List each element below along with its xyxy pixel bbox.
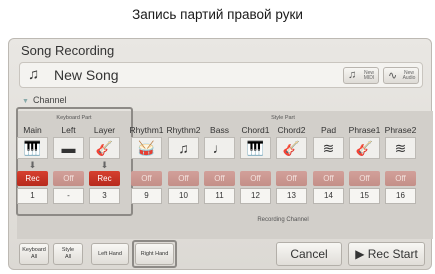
arrow-down-icon xyxy=(51,159,86,171)
left-hand-button[interactable]: Left Hand xyxy=(91,243,129,265)
part-column-6: Chord1 🎹 Off 12 xyxy=(238,124,273,204)
rec-toggle-button[interactable]: Rec xyxy=(89,171,120,186)
guitar-icon[interactable]: 🎸 xyxy=(89,137,120,159)
song-name-bar[interactable]: ♫ New Song ♫ New MIDI ∿ New Audio xyxy=(19,62,423,88)
channel-label: Channel xyxy=(32,95,67,105)
part-column-5: Bass ♩ Off 11 xyxy=(202,124,237,204)
rec-toggle-button[interactable]: Off xyxy=(204,171,235,186)
channel-number[interactable]: 13 xyxy=(276,188,307,204)
part-name: Layer xyxy=(93,125,116,135)
channel-number[interactable]: 16 xyxy=(385,188,416,204)
new-midi-label-2: MIDI xyxy=(363,75,375,81)
part-name: Left xyxy=(61,125,76,135)
waveform-icon: ∿ xyxy=(388,70,398,82)
arrow-down-icon: ⬇ xyxy=(28,160,37,170)
style-all-label-2: All xyxy=(64,254,72,260)
part-column-8: Pad ≋ Off 14 xyxy=(311,124,346,204)
part-name: Chord2 xyxy=(277,125,306,135)
part-column-9: Phrase1 🎸 Off 15 xyxy=(347,124,382,204)
keyboard-all-label-1: Keyboard xyxy=(22,247,46,253)
piano-icon[interactable]: 🎹 xyxy=(240,137,271,159)
channel-number[interactable]: - xyxy=(53,188,84,204)
part-column-10: Phrase2 ≋ Off 16 xyxy=(383,124,418,204)
arrow-down-icon xyxy=(238,159,273,171)
arrow-down-icon xyxy=(274,159,309,171)
rec-toggle-button[interactable]: Rec xyxy=(17,171,48,186)
style-all-button[interactable]: Style All xyxy=(53,243,83,265)
part-name: Phrase1 xyxy=(348,125,381,135)
guitar-icon[interactable]: 🎸 xyxy=(349,137,380,159)
channel-number[interactable]: 1 xyxy=(17,188,48,204)
part-name: Bass xyxy=(210,125,229,135)
part-column-2: Layer 🎸 ⬇ Rec 3 xyxy=(87,124,122,204)
guitar-icon[interactable]: 🎸 xyxy=(276,137,307,159)
channel-number[interactable]: 12 xyxy=(240,188,271,204)
arrow-down-icon: ⬇ xyxy=(100,160,109,170)
part-name: Phrase2 xyxy=(384,125,417,135)
keyboard-icon[interactable]: ▬ xyxy=(53,137,84,159)
part-column-0: Main 🎹 ⬇ Rec 1 xyxy=(15,124,50,204)
arrow-down-icon xyxy=(383,159,418,171)
part-name: Rhythm2 xyxy=(166,125,201,135)
arrow-down-icon xyxy=(347,159,382,171)
part-column-3: Rhythm1 🥁 Off 9 xyxy=(129,124,164,204)
song-recording-panel: Song Recording ♫ New Song ♫ New MIDI ∿ Ne… xyxy=(8,38,433,270)
rec-toggle-button[interactable]: Off xyxy=(168,171,199,186)
channel-number[interactable]: 11 xyxy=(204,188,235,204)
song-name: New Song xyxy=(54,67,119,83)
rec-toggle-button[interactable]: Off xyxy=(276,171,307,186)
rec-toggle-button[interactable]: Off xyxy=(349,171,380,186)
recording-channel-label: Recording Channel xyxy=(257,217,309,223)
arrow-down-icon xyxy=(311,159,346,171)
channel-toggle[interactable]: ▼ Channel xyxy=(22,95,66,105)
keyboard-all-label-2: All xyxy=(30,254,38,260)
arrow-down-icon xyxy=(202,159,237,171)
rec-toggle-button[interactable]: Off xyxy=(53,171,84,186)
right-hand-button[interactable]: Right Hand xyxy=(135,243,174,265)
new-audio-button[interactable]: ∿ New Audio xyxy=(383,67,419,84)
style-all-label-1: Style xyxy=(61,247,75,253)
keyboard-part-header: Keyboard Part xyxy=(56,115,92,121)
piano-icon[interactable]: 🎹 xyxy=(17,137,48,159)
channel-number[interactable]: 9 xyxy=(131,188,162,204)
music-note-icon: ♫ xyxy=(348,69,357,81)
triangle-down-icon: ▼ xyxy=(22,98,29,105)
rec-start-button[interactable]: ▶ Rec Start xyxy=(348,242,425,266)
channel-number[interactable]: 15 xyxy=(349,188,380,204)
bass-icon[interactable]: ♩ xyxy=(204,137,235,159)
drums-icon[interactable]: 🥁 xyxy=(131,137,162,159)
arrow-down-icon xyxy=(166,159,201,171)
rec-toggle-button[interactable]: Off xyxy=(313,171,344,186)
channel-number[interactable]: 14 xyxy=(313,188,344,204)
music-note-icon: ♫ xyxy=(28,66,40,83)
arrow-down-icon xyxy=(129,159,164,171)
channel-number[interactable]: 3 xyxy=(89,188,120,204)
part-column-1: Left ▬ Off - xyxy=(51,124,86,204)
part-name: Pad xyxy=(320,125,337,135)
channel-number[interactable]: 10 xyxy=(168,188,199,204)
cancel-button[interactable]: Cancel xyxy=(276,242,342,266)
percussion-icon[interactable]: ♫ xyxy=(168,137,199,159)
panel-title: Song Recording xyxy=(21,43,115,58)
new-midi-button[interactable]: ♫ New MIDI xyxy=(343,67,379,84)
part-name: Rhythm1 xyxy=(129,125,164,135)
part-name: Chord1 xyxy=(241,125,270,135)
part-column-4: Rhythm2 ♫ Off 10 xyxy=(166,124,201,204)
pad-icon[interactable]: ≋ xyxy=(313,137,344,159)
keyboard-all-button[interactable]: Keyboard All xyxy=(19,243,49,265)
rec-toggle-button[interactable]: Off xyxy=(131,171,162,186)
caption: Запись партий правой руки xyxy=(132,7,303,22)
part-column-7: Chord2 🎸 Off 13 xyxy=(274,124,309,204)
part-name: Main xyxy=(23,125,42,135)
rec-toggle-button[interactable]: Off xyxy=(385,171,416,186)
style-part-header: Style Part xyxy=(271,115,295,121)
pad-icon[interactable]: ≋ xyxy=(385,137,416,159)
new-audio-label-2: Audio xyxy=(402,75,416,81)
rec-toggle-button[interactable]: Off xyxy=(240,171,271,186)
